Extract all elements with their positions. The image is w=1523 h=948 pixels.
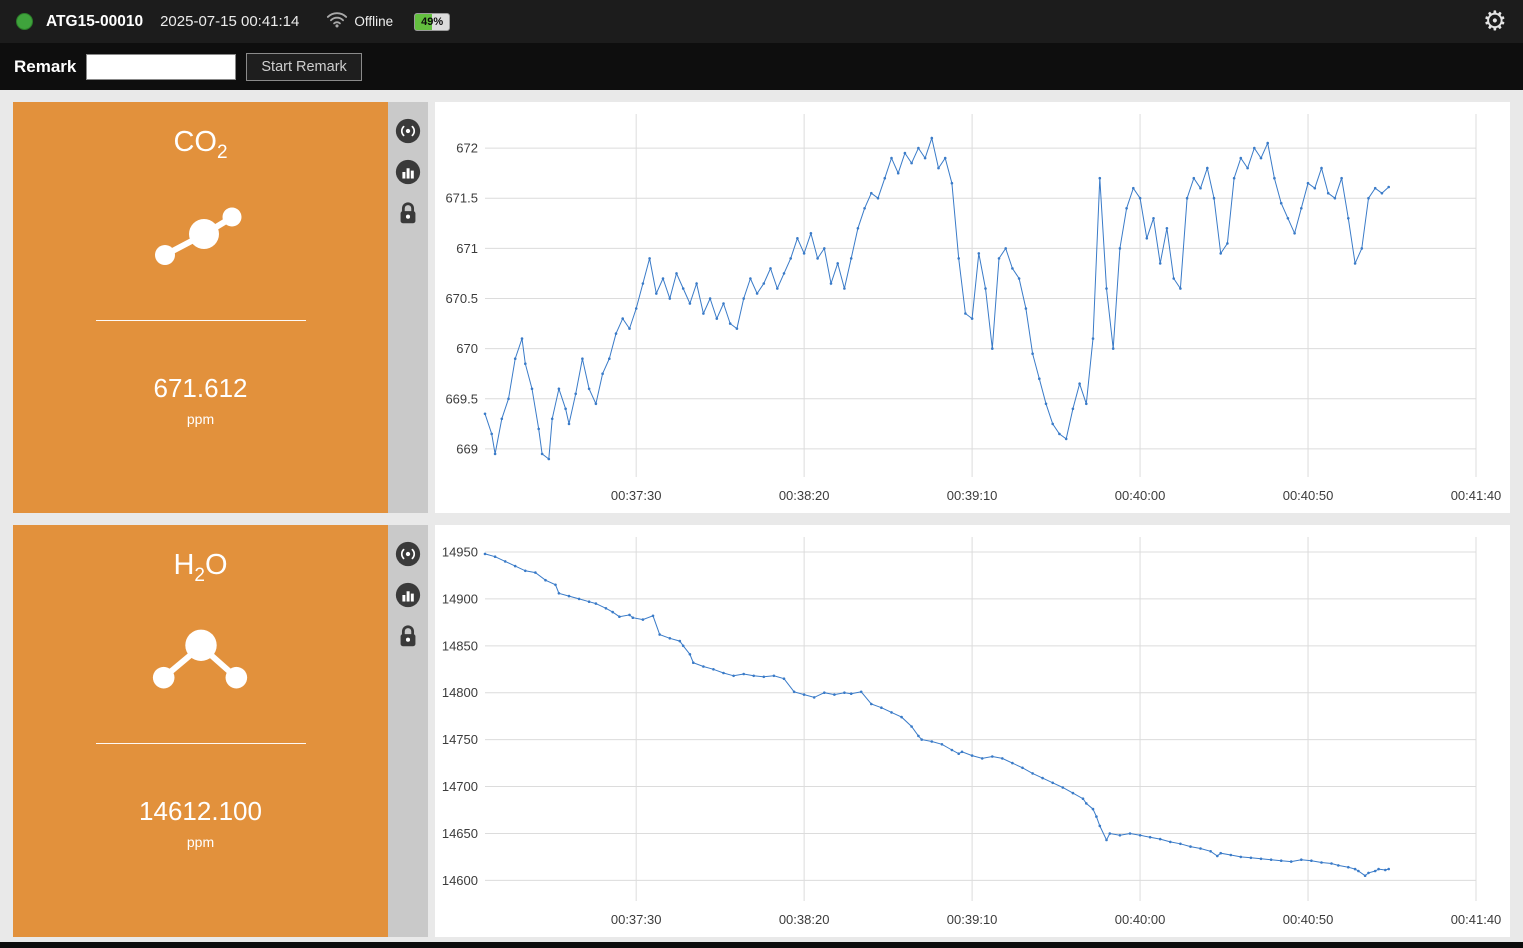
svg-text:14750: 14750 — [442, 732, 478, 747]
svg-text:00:39:10: 00:39:10 — [947, 488, 998, 503]
connection-status-dot — [16, 13, 33, 30]
co2-broadcast-button[interactable] — [393, 116, 423, 146]
svg-text:669: 669 — [456, 441, 478, 456]
h2o-unit: ppm — [186, 833, 215, 850]
h2o-chart-button[interactable] — [393, 580, 423, 610]
h2o-tool-strip — [388, 525, 428, 937]
co2-value: 671.612 — [153, 372, 248, 403]
svg-text:672: 672 — [456, 141, 478, 156]
svg-text:14800: 14800 — [442, 685, 478, 700]
device-id: ATG15-00010 — [46, 12, 144, 30]
h2o-divider — [95, 742, 306, 744]
svg-text:00:37:30: 00:37:30 — [611, 488, 662, 503]
svg-text:14950: 14950 — [442, 545, 478, 560]
remark-label: Remark — [14, 56, 77, 76]
svg-text:670.5: 670.5 — [445, 291, 478, 306]
battery-percent: 49% — [421, 15, 444, 28]
svg-text:00:40:50: 00:40:50 — [1283, 912, 1334, 927]
co2-lock-button[interactable] — [393, 198, 423, 228]
svg-text:00:39:10: 00:39:10 — [947, 912, 998, 927]
h2o-title: H2O — [173, 549, 228, 586]
h2o-molecule-icon — [147, 619, 255, 701]
remark-input[interactable] — [86, 53, 237, 80]
h2o-panel: H2O 14612.100 ppm 00:37:30 00:38:20 00:3… — [13, 525, 1510, 937]
svg-text:00:38:20: 00:38:20 — [779, 912, 830, 927]
h2o-card: H2O 14612.100 ppm — [13, 525, 388, 937]
settings-gear-icon[interactable]: ⚙ — [1483, 8, 1507, 35]
app-window: ATG15-00010 2025-07-15 00:41:14 Offline … — [0, 0, 1523, 948]
current-timestamp: 2025-07-15 00:41:14 — [160, 13, 300, 30]
svg-text:00:41:40: 00:41:40 — [1451, 488, 1502, 503]
svg-text:14600: 14600 — [442, 873, 478, 888]
co2-panel: CO2 671.612 ppm 00:37:30 00:38:20 00:39:… — [13, 102, 1510, 513]
svg-text:00:40:00: 00:40:00 — [1115, 912, 1166, 927]
co2-chart[interactable]: 00:37:30 00:38:20 00:39:10 00:40:00 00:40:50… — [435, 102, 1510, 513]
svg-text:00:41:40: 00:41:40 — [1451, 912, 1502, 927]
svg-text:671.5: 671.5 — [445, 191, 478, 206]
remark-bar: Remark Start Remark — [0, 43, 1523, 90]
h2o-value: 14612.100 — [139, 795, 262, 826]
co2-molecule-icon — [151, 196, 251, 278]
co2-tool-strip — [388, 102, 428, 513]
main-content: CO2 671.612 ppm 00:37:30 00:38:20 00:39:… — [0, 90, 1523, 942]
svg-text:671: 671 — [456, 241, 478, 256]
svg-text:14900: 14900 — [442, 591, 478, 606]
h2o-broadcast-button[interactable] — [393, 539, 423, 569]
wifi-icon — [326, 11, 348, 33]
h2o-lock-button[interactable] — [393, 621, 423, 651]
svg-text:669.5: 669.5 — [445, 391, 478, 406]
start-remark-button[interactable]: Start Remark — [246, 52, 362, 81]
co2-title: CO2 — [173, 126, 228, 163]
top-status-bar: ATG15-00010 2025-07-15 00:41:14 Offline … — [0, 0, 1523, 43]
svg-text:00:40:00: 00:40:00 — [1115, 488, 1166, 503]
svg-text:14700: 14700 — [442, 779, 478, 794]
svg-text:14650: 14650 — [442, 826, 478, 841]
svg-text:14850: 14850 — [442, 638, 478, 653]
co2-unit: ppm — [186, 410, 215, 427]
svg-text:670: 670 — [456, 341, 478, 356]
h2o-chart[interactable]: 00:37:30 00:38:20 00:39:10 00:40:00 00:40:50… — [435, 525, 1510, 937]
svg-text:00:37:30: 00:37:30 — [611, 912, 662, 927]
co2-chart-button[interactable] — [393, 157, 423, 187]
co2-card: CO2 671.612 ppm — [13, 102, 388, 513]
bottom-border — [0, 942, 1523, 948]
connection-status-label: Offline — [354, 14, 394, 29]
co2-divider — [95, 319, 306, 321]
svg-text:00:40:50: 00:40:50 — [1283, 488, 1334, 503]
battery-indicator: 49% — [414, 12, 451, 31]
svg-text:00:38:20: 00:38:20 — [779, 488, 830, 503]
